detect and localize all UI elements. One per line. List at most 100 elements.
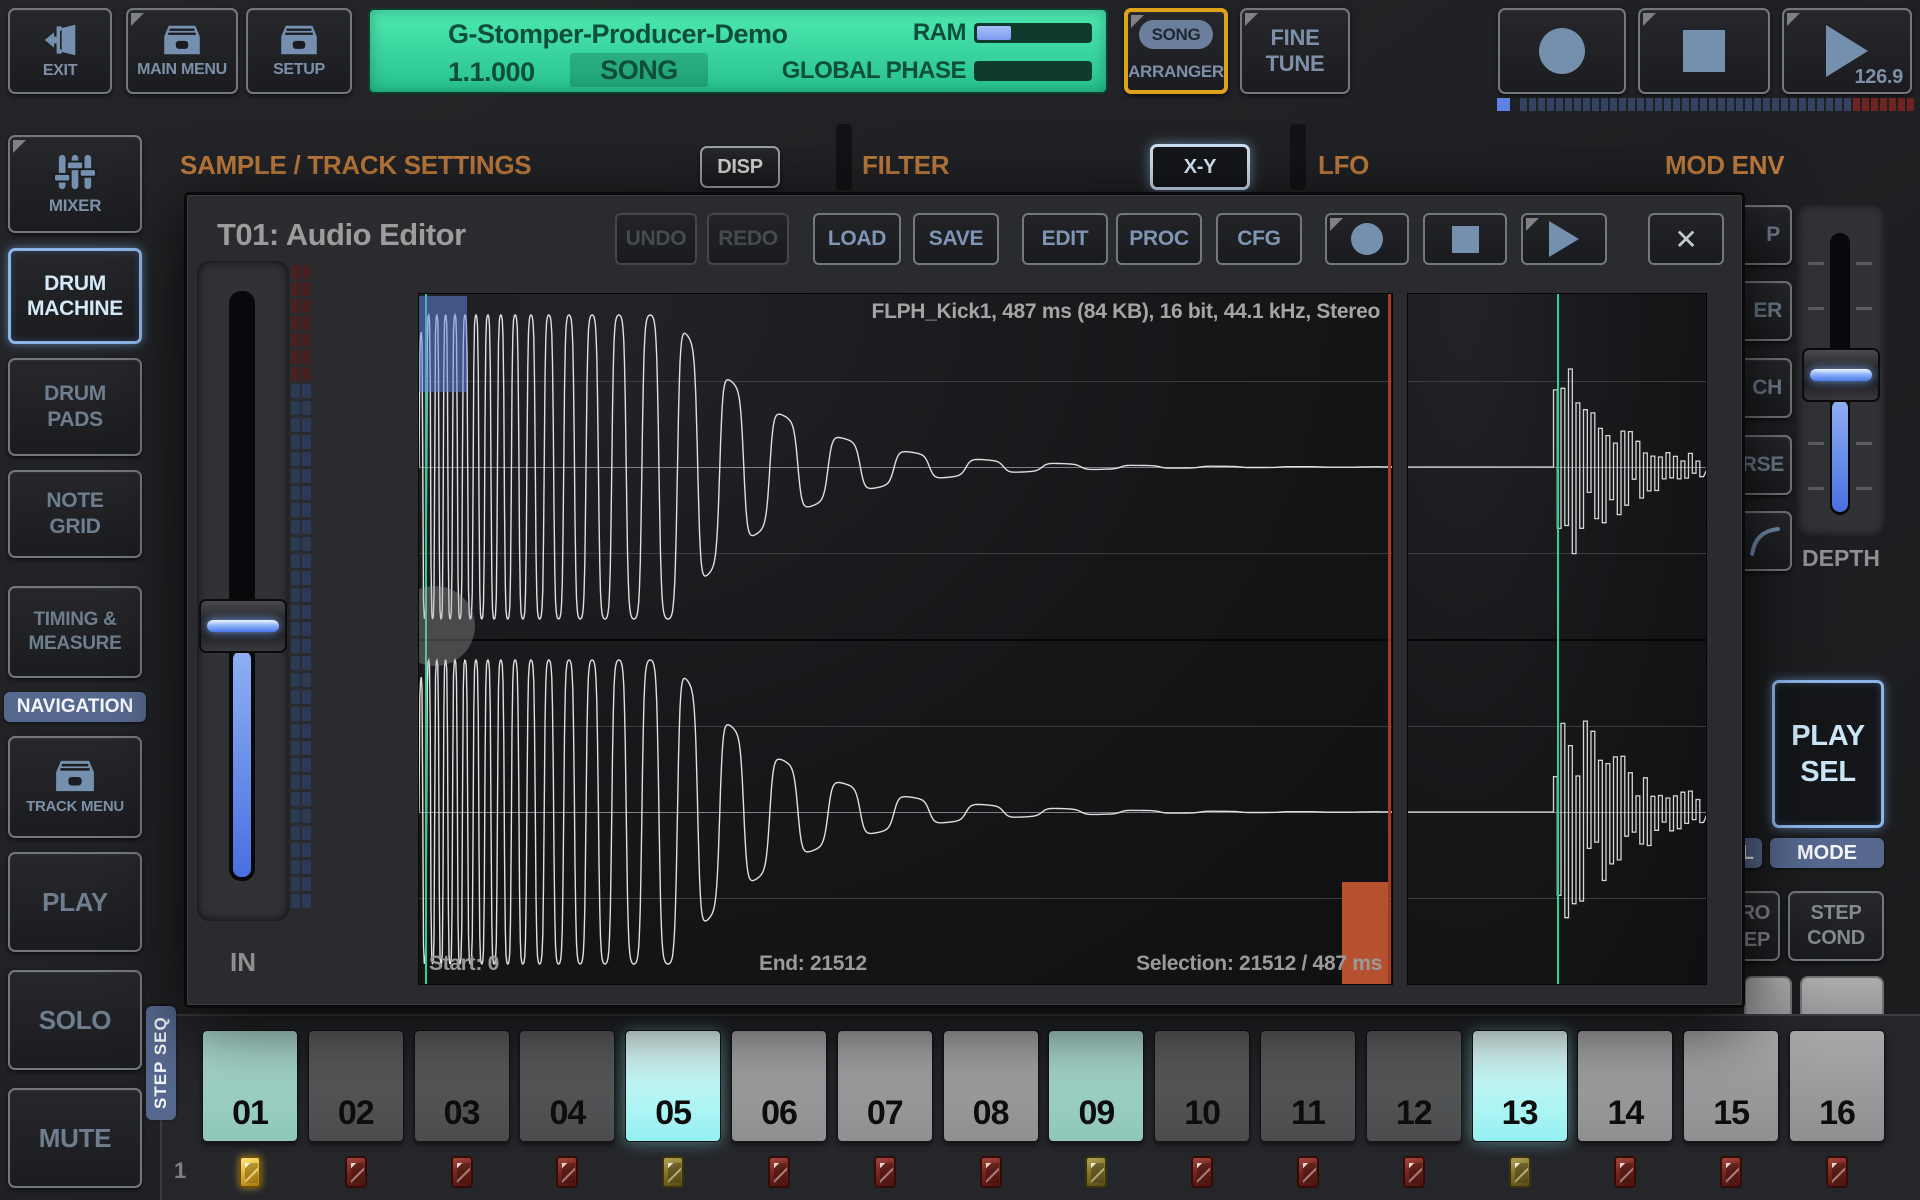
meter-segment: [291, 605, 300, 619]
selection-start-flag[interactable]: [419, 296, 467, 392]
save-button[interactable]: SAVE: [913, 213, 999, 265]
step-pad-12[interactable]: 12: [1366, 1030, 1462, 1142]
step-led-06[interactable]: [768, 1156, 790, 1188]
step-cond-button[interactable]: STEP COND: [1788, 891, 1884, 961]
step-pad-11[interactable]: 11: [1260, 1030, 1356, 1142]
meter-segment: [302, 537, 311, 551]
sidebar-item-solo[interactable]: SOLO: [8, 970, 142, 1070]
step-led-04[interactable]: [556, 1156, 578, 1188]
in-fader-handle[interactable]: [199, 599, 287, 653]
step-pad-07[interactable]: 07: [837, 1030, 933, 1142]
drum-machine-label: DRUM MACHINE: [21, 271, 129, 321]
step-pad-06[interactable]: 06: [731, 1030, 827, 1142]
step-pad-14[interactable]: 14: [1577, 1030, 1673, 1142]
sidebar-item-drum-pads[interactable]: DRUM PADS: [8, 358, 142, 456]
partial-label: CH: [1752, 376, 1782, 400]
step-led-10[interactable]: [1191, 1156, 1213, 1188]
meter-segment: [302, 724, 311, 738]
meter-segment: [302, 656, 311, 670]
step-pad-05[interactable]: 05: [625, 1030, 721, 1142]
meter-segment: [302, 792, 311, 806]
record-icon: [1539, 28, 1585, 74]
step-pad-16[interactable]: 16: [1789, 1030, 1885, 1142]
step-pad-01[interactable]: 01: [202, 1030, 298, 1142]
editor-play-button[interactable]: [1521, 213, 1607, 265]
overview-playhead-line[interactable]: [1557, 294, 1559, 984]
editor-record-button[interactable]: [1325, 213, 1409, 265]
play-label: PLAY: [42, 887, 108, 918]
step-pad-15[interactable]: 15: [1683, 1030, 1779, 1142]
edit-button[interactable]: EDIT: [1022, 213, 1108, 265]
meter-segment: [291, 554, 300, 568]
redo-button[interactable]: REDO: [707, 213, 789, 265]
step-led-13[interactable]: [1509, 1156, 1531, 1188]
main-menu-button[interactable]: MAIN MENU: [126, 8, 238, 94]
close-button[interactable]: ✕: [1648, 213, 1724, 265]
sidebar-item-mixer[interactable]: MIXER: [8, 135, 142, 233]
undo-button[interactable]: UNDO: [615, 213, 697, 265]
step-led-09[interactable]: [1085, 1156, 1107, 1188]
ram-label: RAM: [840, 19, 966, 47]
meter-segment: [302, 894, 311, 908]
mixer-icon: [50, 153, 100, 191]
beat-cell: [1592, 98, 1599, 111]
song-arranger-button[interactable]: SONG ARRANGER: [1124, 8, 1228, 94]
step-pad-03[interactable]: 03: [414, 1030, 510, 1142]
step-number: 06: [732, 1094, 826, 1133]
beat-cell: [1556, 98, 1563, 111]
beat-cell: [1763, 98, 1770, 111]
step-led-07[interactable]: [874, 1156, 896, 1188]
step-led-16[interactable]: [1826, 1156, 1848, 1188]
disp-button[interactable]: DISP: [700, 146, 780, 188]
step-led-12[interactable]: [1403, 1156, 1425, 1188]
meter-segment: [291, 656, 300, 670]
setup-button[interactable]: SETUP: [246, 8, 352, 94]
step-led-14[interactable]: [1614, 1156, 1636, 1188]
load-button[interactable]: LOAD: [813, 213, 901, 265]
stop-button[interactable]: [1638, 8, 1770, 94]
step-led-02[interactable]: [345, 1156, 367, 1188]
xy-button[interactable]: X-Y: [1150, 144, 1250, 190]
waveform-overview[interactable]: [1407, 293, 1707, 985]
sidebar-item-note-grid[interactable]: NOTE GRID: [8, 470, 142, 558]
sidebar-item-track-menu[interactable]: TRACK MENU: [8, 736, 142, 838]
mode-indicator[interactable]: SONG: [570, 53, 708, 87]
step-pad-02[interactable]: 02: [308, 1030, 404, 1142]
meter-segment: [291, 877, 300, 891]
selection-end-line[interactable]: [1388, 294, 1391, 984]
proc-button[interactable]: PROC: [1116, 213, 1202, 265]
step-pad-09[interactable]: 09: [1048, 1030, 1144, 1142]
sidebar-item-timing-measure[interactable]: TIMING & MEASURE: [8, 586, 142, 678]
step-pad-08[interactable]: 08: [943, 1030, 1039, 1142]
step-led-08[interactable]: [980, 1156, 1002, 1188]
sidebar-item-mute[interactable]: MUTE: [8, 1088, 142, 1188]
fine-tune-button[interactable]: FINE TUNE: [1240, 8, 1350, 94]
step-led-15[interactable]: [1720, 1156, 1742, 1188]
depth-fader-handle[interactable]: [1802, 348, 1880, 402]
audio-editor-dialog: T01: Audio Editor UNDO REDO LOAD SAVE ED…: [184, 192, 1745, 1008]
sidebar-item-drum-machine[interactable]: DRUM MACHINE: [8, 248, 142, 344]
exit-button[interactable]: EXIT: [8, 8, 112, 94]
step-led-03[interactable]: [451, 1156, 473, 1188]
step-led-05[interactable]: [662, 1156, 684, 1188]
beat-cell: [1808, 98, 1815, 111]
beat-cell: [1898, 98, 1905, 111]
record-button[interactable]: [1498, 8, 1626, 94]
cfg-button[interactable]: CFG: [1216, 213, 1302, 265]
step-pad-13[interactable]: 13: [1472, 1030, 1568, 1142]
play-sel-button[interactable]: PLAY SEL: [1772, 680, 1884, 828]
step-led-11[interactable]: [1297, 1156, 1319, 1188]
timing-measure-label: TIMING & MEASURE: [18, 608, 132, 656]
step-pad-10[interactable]: 10: [1154, 1030, 1250, 1142]
editor-stop-button[interactable]: [1423, 213, 1507, 265]
waveform-svg: [419, 294, 1393, 985]
meter-segment: [302, 775, 311, 789]
step-led-01[interactable]: [239, 1156, 261, 1188]
xy-label: X-Y: [1184, 156, 1216, 179]
step-pad-04[interactable]: 04: [519, 1030, 615, 1142]
play-button[interactable]: 126.9: [1782, 8, 1912, 94]
waveform-display[interactable]: FLPH_Kick1, 487 ms (84 KB), 16 bit, 44.1…: [418, 293, 1393, 985]
step-number: 02: [309, 1094, 403, 1133]
sidebar-item-play[interactable]: PLAY: [8, 852, 142, 952]
edit-label: EDIT: [1042, 227, 1089, 251]
